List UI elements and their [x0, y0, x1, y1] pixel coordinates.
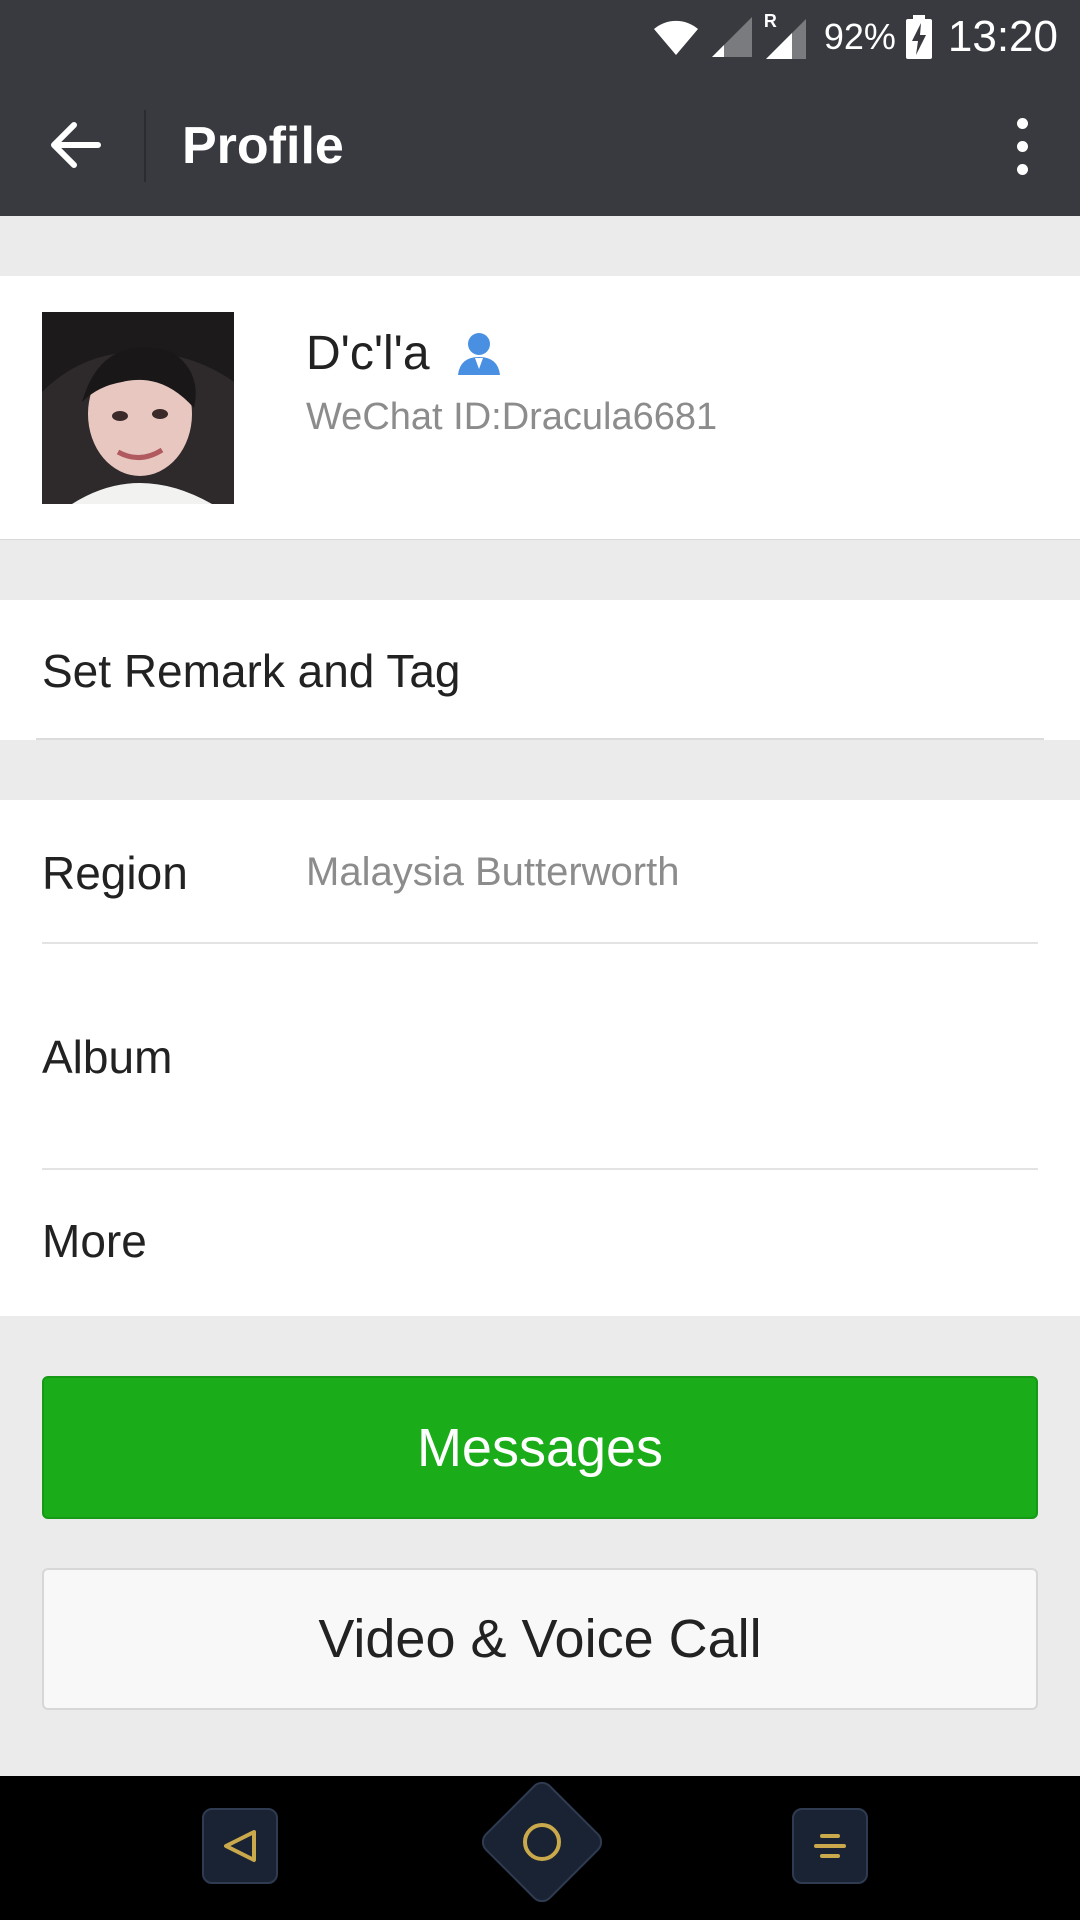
more-options-button[interactable] — [994, 108, 1050, 184]
album-row[interactable]: Album — [0, 944, 1080, 1168]
status-bar: R 92% 13:20 — [0, 0, 1080, 74]
nav-recent-button[interactable] — [792, 1808, 868, 1884]
more-label: More — [42, 1215, 147, 1267]
nav-back-button[interactable] — [202, 1808, 278, 1884]
avatar[interactable] — [42, 312, 234, 504]
contact-name: D'c'l'a — [306, 327, 430, 380]
profile-card: D'c'l'a WeChat ID:Dracula6681 — [0, 276, 1080, 540]
status-icons: R 92% 13:20 — [652, 0, 1058, 74]
messages-button[interactable]: Messages — [42, 1376, 1038, 1519]
set-remark-tag-row[interactable]: Set Remark and Tag — [0, 600, 1080, 740]
row-divider — [36, 738, 1044, 740]
signal-roaming-icon: R — [764, 11, 808, 61]
more-row[interactable]: More — [0, 1170, 1080, 1316]
nav-home-button[interactable] — [476, 1776, 608, 1908]
wifi-icon — [653, 20, 698, 55]
region-value: Malaysia Butterworth — [306, 850, 680, 894]
page-title: Profile — [182, 117, 344, 175]
profile-name-row: D'c'l'a — [306, 326, 502, 381]
avatar-image — [42, 312, 234, 504]
nav-recent-icon — [814, 1834, 846, 1858]
app-bar: Profile — [0, 74, 1080, 216]
nav-back-icon — [224, 1830, 256, 1862]
back-button[interactable] — [40, 110, 110, 180]
clock: 13:20 — [947, 12, 1058, 61]
more-dot — [1016, 163, 1028, 175]
more-vertical-icon — [1016, 117, 1028, 129]
person-icon — [457, 332, 500, 375]
region-row: Region Malaysia Butterworth — [0, 800, 1080, 942]
more-dot — [1016, 140, 1028, 152]
battery-charging-icon — [905, 15, 932, 59]
info-group: Region Malaysia Butterworth Album More — [0, 800, 1080, 1316]
header-divider — [144, 110, 146, 182]
video-voice-call-button[interactable]: Video & Voice Call — [42, 1568, 1038, 1710]
set-remark-tag-label: Set Remark and Tag — [42, 645, 461, 697]
arrow-left-icon — [51, 122, 101, 168]
album-label: Album — [42, 1031, 173, 1083]
wechat-id: WeChat ID:Dracula6681 — [306, 396, 718, 438]
region-label: Region — [42, 847, 188, 899]
system-nav-bar — [0, 1776, 1080, 1920]
battery-percent: 92% — [823, 16, 896, 57]
signal-icon — [711, 17, 752, 57]
